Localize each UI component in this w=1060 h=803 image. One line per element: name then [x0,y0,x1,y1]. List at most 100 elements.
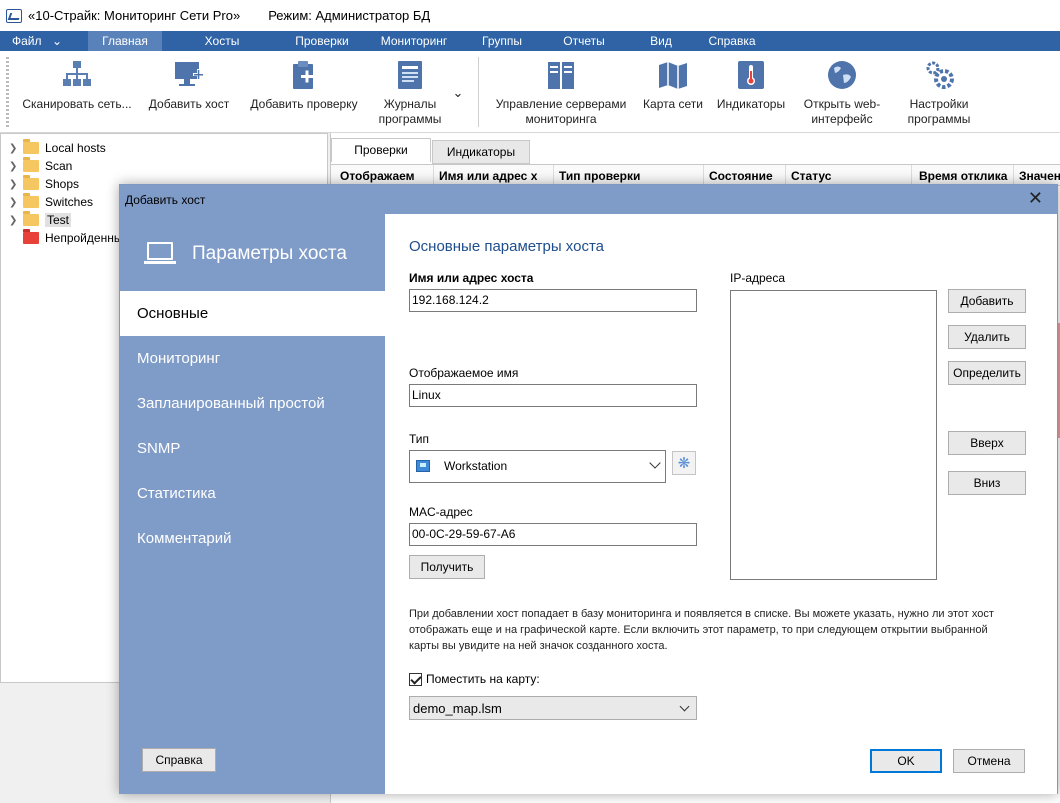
menu-tab-main[interactable]: Главная [88,31,162,51]
scan-network-label: Сканировать сеть... [22,97,132,111]
folder-icon [23,175,39,190]
place-on-map-label: Поместить на карту: [426,672,540,686]
tree-item-label: Непройденны [45,231,123,245]
display-name-label: Отображаемое имя [409,366,519,380]
chevron-right-icon[interactable]: ❯ [9,215,23,226]
add-host-label: Добавить хост [148,97,230,111]
col-display-name[interactable]: Отображаем [340,169,430,183]
menu-tab-monitoring[interactable]: Мониторинг [362,31,466,51]
ok-button[interactable]: OK [870,749,942,773]
sidebar-item-snmp[interactable]: SNMP [120,426,385,471]
mac-label: MAC-адрес [409,505,473,519]
app-monitor-icon [6,8,22,23]
program-logs-button[interactable]: Журналы программы [372,59,448,127]
mac-input[interactable]: 00-0C-29-59-67-A6 [409,523,697,546]
get-mac-button[interactable]: Получить [409,555,485,579]
chevron-down-icon [649,457,661,469]
program-settings-button[interactable]: Настройки программы [896,59,982,127]
sidebar-item-monitoring[interactable]: Мониторинг [120,336,385,381]
ip-addresses-label: IP-адреса [730,271,786,285]
sidebar-item-statistics[interactable]: Статистика [120,471,385,516]
logs-chevron-down-icon[interactable]: ⌄ [450,85,466,100]
add-host-dialog: Добавить хост ✕ Параметры хоста Основные… [119,184,1058,794]
indicators-button[interactable]: Индикаторы [712,59,790,112]
menu-tab-help[interactable]: Справка [692,31,772,51]
ip-addresses-list[interactable] [730,290,937,580]
title-bar: «10-Страйк: Мониторинг Сети Pro» Режим: … [0,0,1060,31]
host-address-label: Имя или адрес хоста [409,271,534,285]
add-check-button[interactable]: Добавить проверку [244,59,364,112]
globe-icon [826,59,858,91]
failed-folder-icon [23,229,39,244]
menu-tab-hosts[interactable]: Хосты [162,31,282,51]
manage-servers-button[interactable]: Управление серверами мониторинга [490,59,632,127]
chevron-right-icon[interactable]: ❯ [9,197,23,208]
ribbon-separator [478,57,479,127]
dialog-title: Добавить хост [125,193,206,207]
menu-tab-groups[interactable]: Группы [466,31,538,51]
tab-checks[interactable]: Проверки [331,138,431,162]
open-web-interface-button[interactable]: Открыть web-интерфейс [794,59,890,127]
tab-indicators[interactable]: Индикаторы [432,140,530,164]
checks-table-header: Отображаем Имя или адрес х Тип проверки … [331,164,1060,187]
move-up-button[interactable]: Вверх [948,431,1026,455]
folder-icon [23,139,39,154]
col-state[interactable]: Состояние [709,169,787,183]
map-info-text: При добавлении хост попадает в базу мони… [409,608,994,652]
display-name-input[interactable]: Linux [409,384,697,407]
add-host-button[interactable]: Добавить хост [144,59,234,112]
ribbon-grip [6,57,9,127]
sidebar-header: Параметры хоста [144,242,347,266]
host-address-input[interactable]: 192.168.124.2 [409,289,697,312]
help-button[interactable]: Справка [142,748,216,772]
scan-network-button[interactable]: Сканировать сеть... [18,59,136,112]
tree-item[interactable]: ❯ Local hosts [9,139,106,157]
sidebar-item-comment[interactable]: Комментарий [120,516,385,561]
map-select[interactable]: demo_map.lsm [409,696,697,720]
tree-item[interactable]: ❯ Scan [9,157,72,175]
gears-icon [923,59,955,91]
add-ip-button[interactable]: Добавить [948,289,1026,313]
manage-servers-label: Управление серверами мониторинга [495,97,627,126]
menu-file[interactable]: Файл [0,31,52,51]
tree-item[interactable]: ❯ Switches [9,193,93,211]
sidebar-header-label: Параметры хоста [192,243,347,264]
tree-item-label: Local hosts [45,141,106,155]
col-value[interactable]: Значен [1019,169,1060,183]
tree-item[interactable]: ❯ Shops [9,175,79,193]
col-host-address[interactable]: Имя или адрес х [439,169,551,183]
col-status[interactable]: Статус [791,169,911,183]
chevron-right-icon[interactable]: ❯ [9,179,23,190]
add-host-icon [173,59,205,91]
chevron-right-icon[interactable]: ❯ [9,161,23,172]
thermometer-icon [735,59,767,91]
indicators-label: Индикаторы [716,97,786,111]
cancel-button[interactable]: Отмена [953,749,1025,773]
chevron-right-icon[interactable]: ❯ [9,143,23,154]
detect-ip-button[interactable]: Определить [948,361,1026,385]
type-settings-button[interactable]: ❋ [672,451,696,475]
network-map-button[interactable]: Карта сети [640,59,706,112]
col-check-type[interactable]: Тип проверки [559,169,699,183]
close-icon[interactable]: ✕ [1028,189,1043,207]
folder-icon [23,193,39,208]
sidebar-item-general[interactable]: Основные [120,291,385,336]
move-down-button[interactable]: Вниз [948,471,1026,495]
menu-tab-reports[interactable]: Отчеты [538,31,630,51]
host-type-select[interactable]: Workstation [409,450,666,483]
sidebar-item-scheduled-downtime[interactable]: Запланированный простой [120,381,385,426]
folder-icon [23,157,39,172]
logs-icon [394,59,426,91]
tree-item[interactable]: ❯ Test [9,211,72,229]
menu-tab-checks[interactable]: Проверки [282,31,362,51]
delete-ip-button[interactable]: Удалить [948,325,1026,349]
menu-tab-view[interactable]: Вид [630,31,692,51]
dialog-content: Основные параметры хоста Имя или адрес х… [385,214,1057,794]
folder-icon [23,211,39,226]
tree-item-label: Switches [45,195,94,209]
chevron-down-icon[interactable]: ⌄ [52,31,88,51]
col-response-time[interactable]: Время отклика [919,169,1021,183]
checkbox-checked-icon[interactable] [409,672,422,686]
place-on-map-checkbox[interactable]: Поместить на карту: [409,672,540,686]
tree-item[interactable]: Непройденны [9,229,122,247]
